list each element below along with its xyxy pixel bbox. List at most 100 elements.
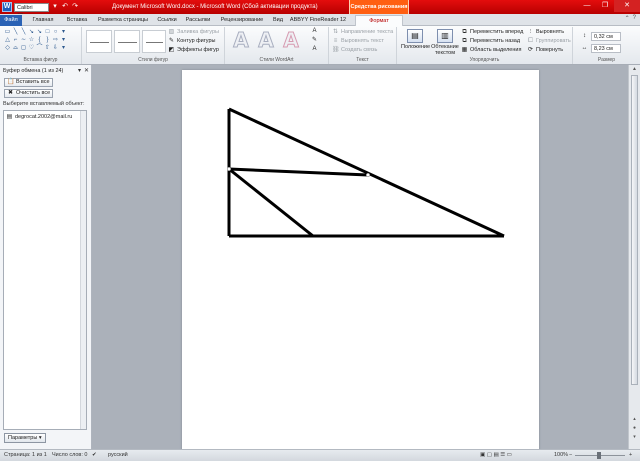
wordart-preset[interactable]: A: [231, 29, 251, 52]
shape-height-field[interactable]: 0,32 см: [591, 32, 621, 41]
chevron-down-icon[interactable]: ▾: [51, 2, 59, 12]
help-icon[interactable]: ?: [633, 15, 636, 22]
brace-shape-icon[interactable]: }: [44, 37, 51, 44]
elbow-shape-icon[interactable]: ⌐: [12, 37, 19, 44]
triangle-hypotenuse[interactable]: [228, 107, 505, 238]
arrow-shape-icon[interactable]: ⇧: [44, 45, 51, 52]
minimize-icon[interactable]: —: [578, 0, 596, 12]
page-count[interactable]: Страница: 1 из 1: [4, 450, 47, 461]
clipboard-options-button[interactable]: Параметры ▾: [4, 433, 46, 443]
shape-style-preset[interactable]: [86, 30, 112, 53]
text-outline-button[interactable]: ✎: [311, 37, 318, 44]
close-icon[interactable]: ✕: [614, 0, 640, 12]
arrow-shape-icon[interactable]: ↘: [36, 29, 43, 36]
draft-icon[interactable]: ▭: [507, 452, 512, 458]
rect-shape-icon[interactable]: □: [44, 29, 51, 36]
position-button[interactable]: ▤ Положение: [401, 29, 430, 50]
heart-shape-icon[interactable]: ♡: [28, 45, 35, 52]
align-button[interactable]: ⫶ Выровнять: [527, 28, 564, 36]
star-shape-icon[interactable]: ☆: [28, 37, 35, 44]
diamond-shape-icon[interactable]: ◇: [4, 45, 11, 52]
tab-format[interactable]: Формат: [355, 15, 403, 26]
tab-file[interactable]: Файл: [0, 15, 22, 26]
redo-icon[interactable]: ↷: [71, 2, 79, 12]
tab-review[interactable]: Рецензирование: [216, 15, 268, 26]
chevron-down-icon[interactable]: ▾: [78, 67, 81, 74]
maximize-icon[interactable]: ❐: [596, 0, 614, 12]
scrollbar-thumb[interactable]: [631, 75, 638, 385]
zoom-level[interactable]: 100%: [554, 450, 568, 461]
vertical-scrollbar[interactable]: ▲ ▴ ● ▾: [628, 65, 640, 449]
textbox-shape-icon[interactable]: ▭: [4, 29, 11, 36]
tab-home[interactable]: Главная: [26, 15, 60, 26]
inner-line-diagonal[interactable]: [228, 167, 314, 238]
selection-handle[interactable]: [365, 172, 371, 178]
undo-icon[interactable]: ↶: [61, 2, 69, 12]
tab-insert[interactable]: Вставка: [62, 15, 92, 26]
more-shapes-icon[interactable]: ▾: [60, 29, 67, 36]
shape-style-preset[interactable]: [142, 30, 166, 53]
create-link-button[interactable]: ⛓ Создать связь: [332, 46, 377, 54]
more-shapes-icon[interactable]: ▾: [60, 37, 67, 44]
print-layout-icon[interactable]: ▣: [480, 452, 485, 458]
word-logo-icon[interactable]: W: [2, 2, 12, 12]
clipboard-scrollbar[interactable]: [80, 111, 86, 429]
line-shape-icon[interactable]: ╲: [12, 29, 19, 36]
tab-references[interactable]: Ссылки: [154, 15, 180, 26]
zoom-in-icon[interactable]: +: [629, 450, 632, 461]
cylinder-shape-icon[interactable]: ⌓: [12, 45, 19, 52]
selection-handle[interactable]: [226, 166, 232, 172]
next-page-icon[interactable]: ▾: [629, 433, 640, 441]
shape-fill-button[interactable]: ▨ Заливка фигуры: [168, 28, 219, 36]
curve-shape-icon[interactable]: ∼: [20, 37, 27, 44]
shape-effects-button[interactable]: ◩ Эффекты фигур: [168, 46, 219, 54]
more-shapes-icon[interactable]: ▾: [60, 45, 67, 52]
ellipse-shape-icon[interactable]: ○: [52, 29, 59, 36]
word-count[interactable]: Число слов: 0: [52, 450, 87, 461]
bring-forward-button[interactable]: ⧉ Переместить вперед: [461, 28, 523, 36]
text-fill-button[interactable]: A: [311, 28, 318, 35]
scroll-up-icon[interactable]: ▲: [629, 65, 640, 73]
proofing-icon[interactable]: ✔: [92, 450, 97, 461]
quick-font-select[interactable]: Calibri (Осно: [14, 2, 49, 19]
language[interactable]: русский: [108, 450, 128, 461]
shape-width-field[interactable]: 8,23 см: [591, 44, 621, 53]
tab-page-layout[interactable]: Разметка страницы: [94, 15, 152, 26]
curve-shape-icon[interactable]: ⌒: [36, 45, 43, 52]
list-item[interactable]: ▤ degrocat.2002@mail.ru: [6, 114, 73, 121]
inner-line-horizontal[interactable]: [228, 167, 369, 177]
outline-icon[interactable]: ☰: [500, 452, 505, 458]
arrow-shape-icon[interactable]: ⇨: [52, 37, 59, 44]
arrow-shape-icon[interactable]: ↘: [28, 29, 35, 36]
tab-abbyy[interactable]: ABBYY FineReader 12: [289, 15, 347, 26]
zoom-out-icon[interactable]: −: [569, 450, 572, 461]
selection-pane-button[interactable]: ▦ Область выделения: [461, 46, 522, 54]
wrap-text-button[interactable]: ▥ Обтекание текстом: [431, 29, 459, 56]
browse-object-icon[interactable]: ●: [629, 424, 640, 432]
tab-mailings[interactable]: Рассылки: [183, 15, 213, 26]
full-screen-icon[interactable]: ▢: [487, 452, 492, 458]
zoom-slider-knob[interactable]: [597, 452, 601, 459]
text-direction-button[interactable]: ⇅ Направление текста: [332, 28, 393, 36]
shape-style-preset[interactable]: [114, 30, 140, 53]
wordart-preset[interactable]: A: [281, 29, 301, 52]
line-shape-icon[interactable]: ╲: [20, 29, 27, 36]
shape-outline-button[interactable]: ✎ Контур фигуры: [168, 37, 215, 45]
triangle-shape-icon[interactable]: △: [4, 37, 11, 44]
wordart-preset[interactable]: A: [256, 29, 276, 52]
clear-all-button[interactable]: ✖ Очистить все: [4, 89, 54, 98]
close-icon[interactable]: ✕: [84, 67, 89, 74]
send-backward-button[interactable]: ⧉ Переместить назад: [461, 37, 520, 45]
paste-all-button[interactable]: 📋 Вставить все: [4, 78, 53, 87]
rotate-button[interactable]: ⟳ Повернуть: [527, 46, 563, 54]
minimize-ribbon-icon[interactable]: ⌃: [625, 15, 630, 22]
prev-page-icon[interactable]: ▴: [629, 415, 640, 423]
align-text-button[interactable]: ≡ Выровнять текст: [332, 37, 384, 45]
arrow-shape-icon[interactable]: ⇩: [52, 45, 59, 52]
brace-shape-icon[interactable]: {: [36, 37, 43, 44]
group-button[interactable]: ⧠ Группировать: [527, 37, 571, 45]
tab-view[interactable]: Вид: [271, 15, 285, 26]
document-page[interactable]: [182, 70, 539, 449]
text-effects-button[interactable]: A: [311, 46, 318, 53]
callout-shape-icon[interactable]: ◻: [20, 45, 27, 52]
